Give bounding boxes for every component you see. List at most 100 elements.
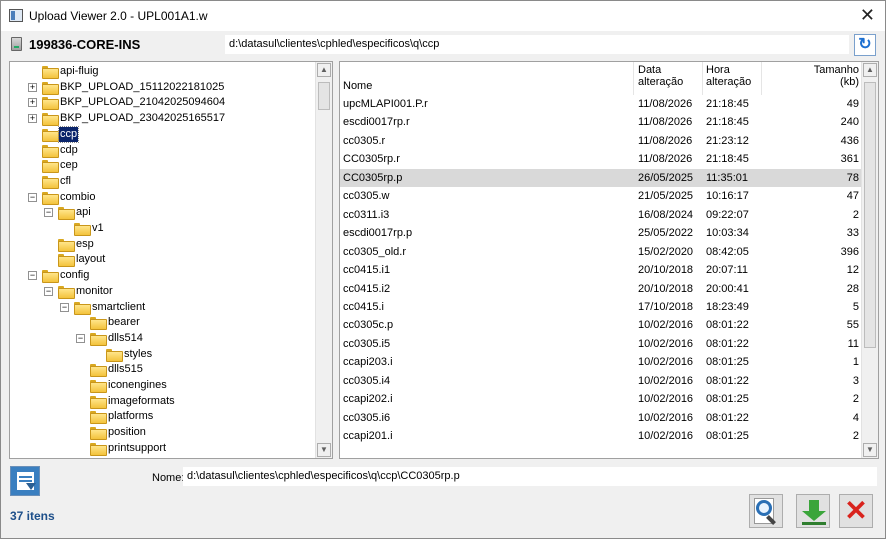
folder-tree[interactable]: api-fluig + BKP_UPLOAD_15112022181025 + BKP_… — [9, 61, 333, 459]
tree-item-label: printsupport — [108, 441, 167, 454]
tree-item-label: monitor — [76, 284, 113, 297]
tree-item[interactable]: + BKP_UPLOAD_23042025165517 — [10, 111, 310, 127]
file-time: 08:01:22 — [706, 319, 749, 332]
expand-icon[interactable]: + — [28, 82, 37, 92]
tree-item[interactable]: cfl — [10, 174, 310, 189]
file-row[interactable]: cc0415.i 17/10/2018 18:23:49 5 — [340, 298, 861, 316]
tree-item[interactable]: printsupport — [10, 441, 310, 456]
column-separator[interactable] — [702, 62, 703, 95]
file-row[interactable]: CC0305rp.p 26/05/2025 11:35:01 78 — [340, 168, 861, 187]
list-scroll-thumb[interactable] — [864, 82, 876, 348]
upload-button[interactable] — [10, 466, 40, 496]
tree-item[interactable]: + BKP_UPLOAD_15112022181025 — [10, 80, 310, 95]
file-row[interactable]: cc0311.i3 16/08/2024 09:22:07 2 — [340, 206, 861, 224]
folder-icon — [42, 113, 59, 127]
server-name: 199836-CORE-INS — [29, 37, 141, 52]
tree-scroll-up-icon[interactable]: ▲ — [317, 63, 331, 77]
file-name: cc0305.w — [343, 190, 390, 203]
view-file-button[interactable] — [749, 494, 783, 528]
tree-item[interactable]: dlls515 — [10, 362, 310, 378]
file-size: 240 — [840, 116, 859, 129]
file-row[interactable]: escdi0017rp.p 25/05/2022 10:03:34 33 — [340, 224, 861, 242]
tree-item[interactable]: − combio — [10, 190, 310, 205]
expand-icon[interactable]: + — [28, 114, 37, 124]
file-row[interactable]: cc0415.i1 20/10/2018 20:07:11 12 — [340, 261, 861, 279]
tree-item[interactable]: ccp — [10, 125, 310, 143]
list-scroll-up-icon[interactable]: ▲ — [863, 63, 877, 77]
file-row[interactable]: upcMLAPI001.P.r 11/08/2026 21:18:45 49 — [340, 95, 861, 113]
tree-item[interactable]: + BKP_UPLOAD_21042025094604 — [10, 95, 310, 111]
file-date: 15/02/2020 — [638, 245, 694, 258]
tree-item[interactable]: styles — [10, 347, 310, 362]
tree-scroll-down-icon[interactable]: ▼ — [317, 443, 331, 457]
column-header-size[interactable]: Tamanho (kb) — [814, 64, 859, 88]
file-row[interactable]: cc0305.w 21/05/2025 10:16:17 47 — [340, 187, 861, 205]
column-header-date[interactable]: Data alteração — [638, 64, 683, 88]
close-button[interactable]: ✕ — [839, 494, 873, 528]
file-row[interactable]: cc0305c.p 10/02/2016 08:01:22 55 — [340, 316, 861, 334]
tree-item[interactable]: iconengines — [10, 378, 310, 393]
column-separator[interactable] — [761, 62, 762, 95]
file-time: 20:00:41 — [706, 282, 749, 295]
collapse-icon[interactable]: − — [28, 271, 37, 281]
tree-item[interactable]: − smartclient — [10, 300, 310, 315]
tree-item[interactable]: layout — [10, 252, 310, 268]
list-scroll-down-icon[interactable]: ▼ — [863, 443, 877, 457]
column-separator[interactable] — [633, 62, 634, 95]
file-time: 18:23:49 — [706, 300, 749, 313]
file-row[interactable]: CC0305rp.r 11/08/2026 21:18:45 361 — [340, 150, 861, 168]
refresh-button[interactable]: ↻ — [854, 34, 876, 56]
file-row[interactable]: escdi0017rp.r 11/08/2026 21:18:45 240 — [340, 113, 861, 131]
selected-file-path-field[interactable]: d:\datasul\clientes\cphled\especificos\q… — [183, 467, 877, 486]
collapse-icon[interactable]: − — [44, 286, 53, 296]
file-row[interactable]: cc0305.i5 10/02/2016 08:01:22 11 — [340, 335, 861, 353]
tree-item[interactable]: − monitor — [10, 284, 310, 299]
tree-item[interactable]: imageformats — [10, 394, 310, 409]
tree-item[interactable]: position — [10, 425, 310, 441]
collapse-icon[interactable]: − — [44, 208, 53, 218]
file-row[interactable]: ccapi203.i 10/02/2016 08:01:25 1 — [340, 353, 861, 371]
tree-item-label: bearer — [108, 316, 140, 329]
tree-scroll-thumb[interactable] — [318, 82, 330, 110]
tree-item[interactable]: esp — [10, 237, 310, 252]
file-date: 10/02/2016 — [638, 356, 694, 369]
tree-item[interactable]: − api — [10, 205, 310, 221]
tree-item[interactable]: bearer — [10, 315, 310, 331]
file-row[interactable]: cc0305.r 11/08/2026 21:23:12 436 — [340, 132, 861, 150]
close-window-button[interactable]: ✕ — [860, 4, 875, 26]
file-time: 11:35:01 — [706, 171, 749, 184]
tree-item[interactable]: api-fluig — [10, 64, 310, 79]
tree-item[interactable]: cep — [10, 158, 310, 174]
file-date: 10/02/2016 — [638, 319, 694, 332]
tree-item-label: api — [76, 206, 91, 219]
folder-icon — [42, 128, 59, 142]
file-name: CC0305rp.r — [343, 153, 400, 166]
file-list[interactable]: Nome Data alteração Hora alteração Tamanho… — [339, 61, 879, 459]
expand-icon[interactable]: + — [28, 98, 37, 108]
tree-item[interactable]: − dlls514 — [10, 331, 310, 346]
column-header-name[interactable]: Nome — [343, 80, 372, 92]
tree-item[interactable]: platforms — [10, 409, 310, 425]
file-size: 5 — [852, 300, 859, 313]
file-size: 78 — [846, 171, 859, 184]
tree-item[interactable]: − config — [10, 268, 310, 284]
collapse-icon[interactable]: − — [76, 333, 85, 343]
collapse-icon[interactable]: − — [60, 302, 69, 312]
file-name: cc0415.i2 — [343, 282, 391, 295]
file-row[interactable]: ccapi201.i 10/02/2016 08:01:25 2 — [340, 427, 861, 445]
tree-item[interactable]: cdp — [10, 143, 310, 158]
file-row[interactable]: cc0305_old.r 15/02/2020 08:42:05 396 — [340, 243, 861, 261]
current-path-field[interactable]: d:\datasul\clientes\cphled\especificos\q… — [225, 35, 849, 54]
file-list-scrollbar[interactable]: ▲ ▼ — [861, 62, 878, 458]
collapse-icon[interactable]: − — [28, 192, 37, 202]
tree-item[interactable]: v1 — [10, 221, 310, 236]
download-button[interactable] — [796, 494, 830, 528]
file-row[interactable]: cc0305.i6 10/02/2016 08:01:22 4 — [340, 409, 861, 427]
tree-item-label: iconengines — [108, 379, 167, 391]
file-row[interactable]: cc0305.i4 10/02/2016 08:01:22 3 — [340, 372, 861, 390]
file-row[interactable]: cc0415.i2 20/10/2018 20:00:41 28 — [340, 280, 861, 298]
file-row[interactable]: ccapi202.i 10/02/2016 08:01:25 2 — [340, 390, 861, 408]
file-name: cc0305_old.r — [343, 245, 406, 258]
tree-scrollbar[interactable]: ▲ ▼ — [315, 62, 332, 458]
column-header-time[interactable]: Hora alteração — [706, 64, 751, 88]
